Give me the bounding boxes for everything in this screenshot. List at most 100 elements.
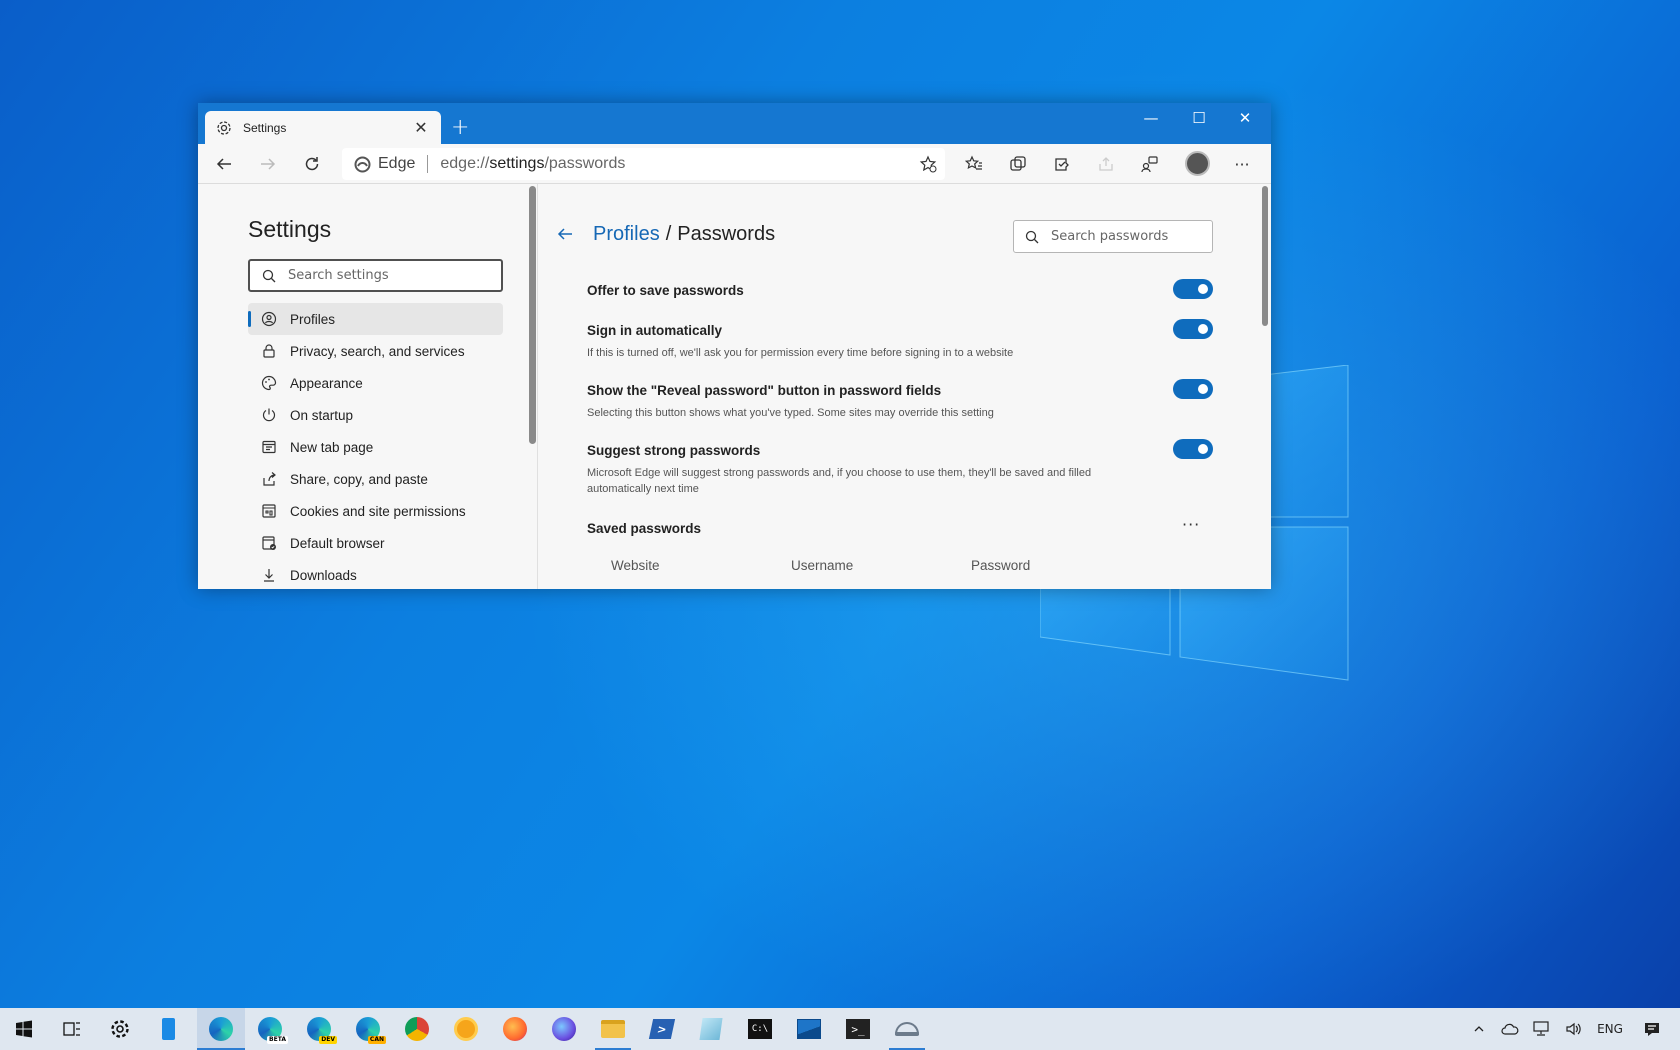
taskbar-edge-canary[interactable]: CAN [344, 1008, 392, 1050]
cookies-icon [260, 502, 278, 520]
search-settings-input[interactable]: Search settings [248, 259, 503, 292]
setting-reveal-password: Show the "Reveal password" button in pas… [587, 379, 1213, 421]
action-center-button[interactable] [1634, 1008, 1670, 1050]
column-header-website[interactable]: Website [611, 558, 660, 573]
reveal-password-toggle[interactable] [1173, 379, 1213, 399]
taskbar-command-prompt[interactable]: C:\ [736, 1008, 784, 1050]
sidebar-item-startup[interactable]: On startup [248, 399, 503, 431]
setting-offer-save: Offer to save passwords [587, 279, 1213, 299]
sidebar-item-share[interactable]: Share, copy, and paste [248, 463, 503, 495]
setting-sign-in-auto: Sign in automatically If this is turned … [587, 319, 1213, 361]
back-arrow-icon [557, 228, 572, 240]
terminal-icon: >_ [846, 1019, 870, 1039]
taskbar-firefox-nightly[interactable] [540, 1008, 588, 1050]
search-passwords-placeholder: Search passwords [1051, 229, 1169, 244]
forward-arrow-icon [261, 158, 276, 170]
offer-save-toggle[interactable] [1173, 279, 1213, 299]
tab-settings[interactable]: Settings ✕ [205, 111, 441, 144]
sign-in-auto-toggle[interactable] [1173, 319, 1213, 339]
gear-icon [111, 1020, 129, 1038]
newtab-icon [260, 438, 278, 456]
show-hidden-icons-button[interactable] [1466, 1008, 1492, 1050]
sidebar-item-default-browser[interactable]: Default browser [248, 527, 503, 559]
more-options-button[interactable]: ··· [1228, 152, 1256, 176]
sidebar-item-label: New tab page [290, 439, 374, 455]
column-header-password[interactable]: Password [971, 558, 1030, 573]
suggest-strong-toggle[interactable] [1173, 439, 1213, 459]
saved-passwords-title: Saved passwords [587, 521, 702, 536]
minimize-button[interactable]: — [1128, 103, 1174, 133]
main-scrollbar[interactable] [1262, 186, 1268, 326]
taskbar-terminal[interactable]: >_ [834, 1008, 882, 1050]
network-button[interactable] [1528, 1008, 1556, 1050]
collections-icon [1010, 156, 1026, 171]
sidebar-item-profiles[interactable]: Profiles [248, 303, 503, 335]
feedback-button[interactable] [1136, 152, 1164, 176]
lock-icon [260, 342, 278, 360]
notification-icon [1645, 1023, 1659, 1036]
edge-canary-icon: CAN [356, 1017, 386, 1044]
search-passwords-input[interactable]: Search passwords [1013, 220, 1213, 253]
task-view-button[interactable] [48, 1008, 96, 1050]
sidebar-item-newtab[interactable]: New tab page [248, 431, 503, 463]
taskbar-chrome[interactable] [393, 1008, 441, 1050]
share-button[interactable] [1092, 152, 1120, 176]
taskbar-chrome-canary[interactable] [442, 1008, 490, 1050]
sidebar-item-label: On startup [290, 407, 354, 423]
share-icon [1099, 157, 1113, 171]
firefox-nightly-icon [552, 1017, 576, 1041]
sidebar-item-label: Share, copy, and paste [290, 471, 428, 487]
column-header-username[interactable]: Username [791, 558, 853, 573]
refresh-icon [305, 157, 319, 171]
taskbar-settings[interactable] [96, 1008, 144, 1050]
sidebar-item-cookies[interactable]: Cookies and site permissions [248, 495, 503, 527]
onedrive-button[interactable] [1496, 1008, 1524, 1050]
setting-description: Microsoft Edge will suggest strong passw… [587, 467, 1092, 495]
forward-button[interactable] [254, 152, 282, 176]
chevron-up-icon [1474, 1026, 1484, 1032]
setting-title: Show the "Reveal password" button in pas… [587, 383, 942, 398]
setting-description: Selecting this button shows what you've … [587, 407, 994, 419]
taskbar-firefox[interactable] [491, 1008, 539, 1050]
search-icon [1025, 230, 1039, 243]
language-indicator[interactable]: ENG [1592, 1008, 1628, 1050]
taskbar-edge-beta[interactable]: BETA [246, 1008, 294, 1050]
tab-close-button[interactable]: ✕ [411, 118, 431, 137]
maximize-button[interactable]: ☐ [1176, 103, 1222, 133]
new-tab-button[interactable]: + [451, 115, 469, 140]
start-button[interactable] [0, 1008, 48, 1050]
search-settings-placeholder: Search settings [288, 268, 389, 283]
sidebar-item-privacy[interactable]: Privacy, search, and services [248, 335, 503, 367]
taskbar-remote-desktop[interactable] [883, 1008, 931, 1050]
taskbar-phone-app[interactable] [144, 1008, 192, 1050]
sidebar-item-downloads[interactable]: Downloads [248, 559, 503, 589]
profile-avatar[interactable] [1185, 151, 1210, 176]
page-title: Passwords [677, 222, 776, 245]
breadcrumb-profiles-link[interactable]: Profiles [593, 223, 660, 246]
chrome-canary-icon [454, 1017, 478, 1041]
taskbar-notepad[interactable] [687, 1008, 735, 1050]
sidebar-item-appearance[interactable]: Appearance [248, 367, 503, 399]
address-bar[interactable]: Edge edge://settings/passwords [342, 148, 945, 180]
saved-passwords-more-button[interactable]: ··· [1182, 515, 1200, 534]
taskbar-photos[interactable] [785, 1008, 833, 1050]
taskbar-edge-dev[interactable]: DEV [295, 1008, 343, 1050]
profile-icon [260, 310, 278, 328]
folder-icon [601, 1020, 625, 1038]
breadcrumb-back-button[interactable] [555, 222, 579, 246]
extension-icon [1055, 158, 1069, 171]
close-window-button[interactable]: ✕ [1222, 103, 1268, 133]
favorites-button[interactable] [960, 152, 988, 176]
collections-button[interactable] [1004, 152, 1032, 176]
extension-button[interactable] [1048, 152, 1076, 176]
taskbar-file-explorer[interactable] [589, 1008, 637, 1050]
volume-button[interactable] [1560, 1008, 1588, 1050]
browser-window: Settings ✕ + — ☐ ✕ Edge edge://settings/… [198, 103, 1271, 589]
sidebar-scrollbar[interactable] [529, 186, 536, 444]
taskbar-powershell[interactable]: > [638, 1008, 686, 1050]
taskbar-edge[interactable] [197, 1008, 245, 1050]
refresh-button[interactable] [298, 152, 326, 176]
back-button[interactable] [210, 152, 238, 176]
setting-suggest-strong: Suggest strong passwords Microsoft Edge … [587, 439, 1213, 497]
add-favorite-icon[interactable] [919, 155, 937, 177]
